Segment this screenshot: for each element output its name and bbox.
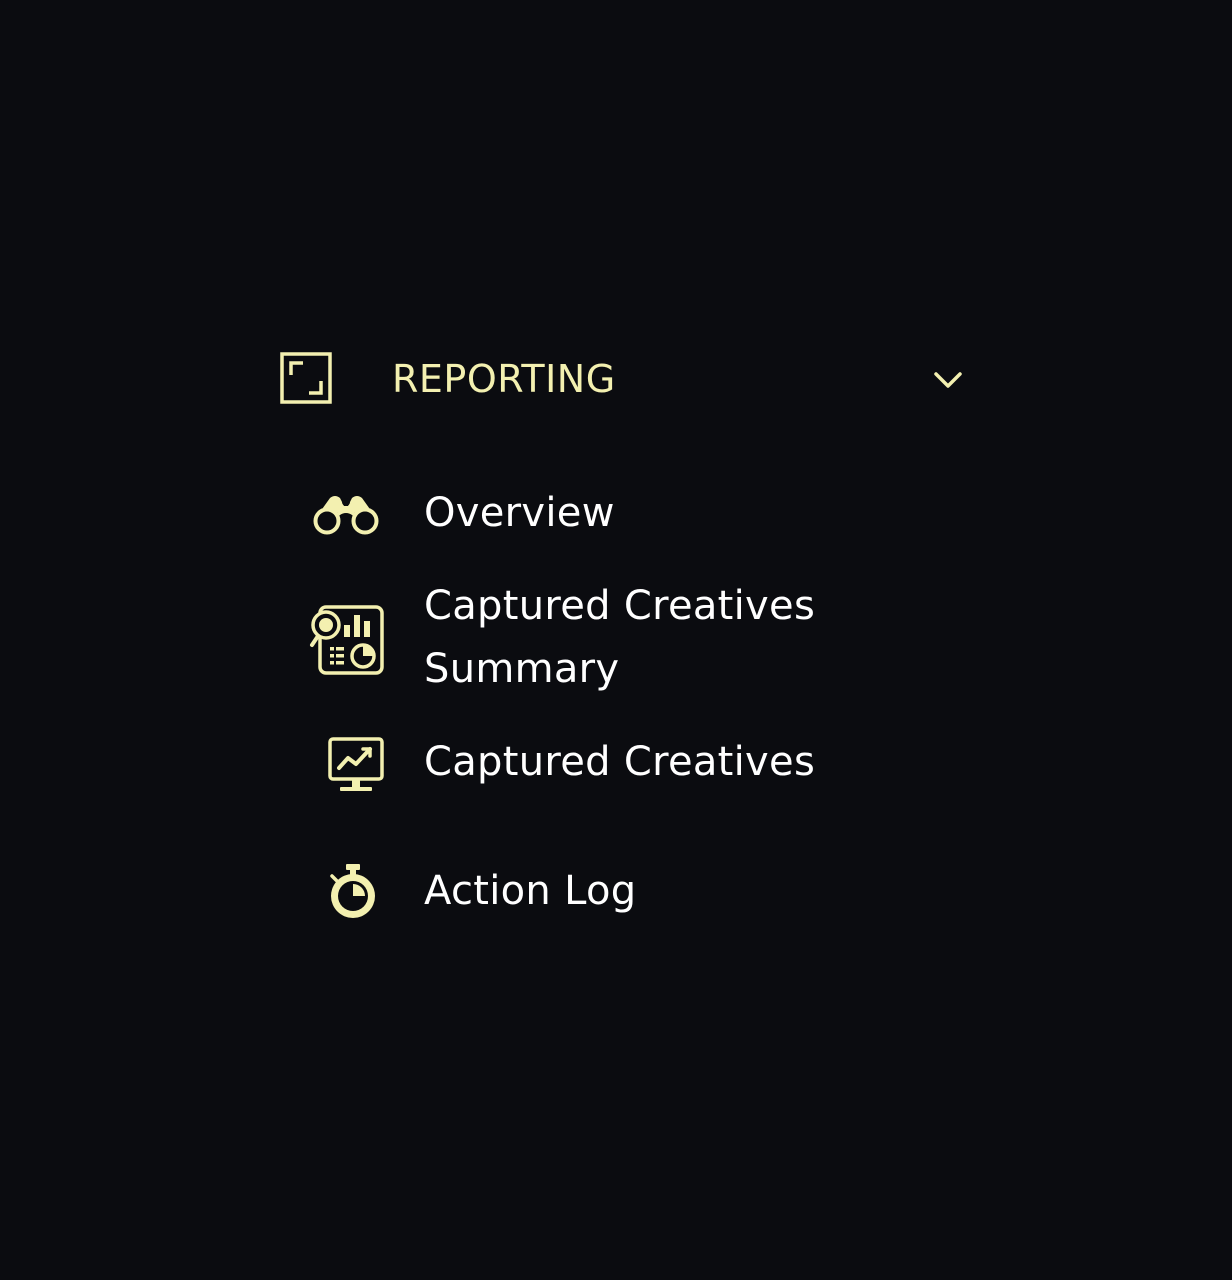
report-magnifier-icon	[310, 605, 384, 675]
menu-item-captured-creatives[interactable]: Captured Creatives	[308, 731, 948, 794]
binoculars-icon	[313, 496, 379, 535]
menu-item-captured-creatives-summary[interactable]: Captured Creatives Summary	[308, 575, 948, 701]
menu-item-label: Overview	[424, 490, 615, 536]
reporting-nav: REPORTING Overview Captured Creatives Su…	[0, 0, 1232, 1280]
reporting-section-header[interactable]: REPORTING	[278, 348, 968, 410]
section-title: REPORTING	[392, 357, 616, 401]
menu-item-label: Captured Creatives Summary	[424, 583, 816, 692]
stopwatch-icon	[330, 864, 375, 918]
menu-item-label: Action Log	[424, 868, 637, 914]
expand-frame-icon	[280, 352, 332, 404]
monitor-chart-icon	[328, 737, 384, 791]
menu-item-label: Captured Creatives	[424, 739, 816, 785]
menu-item-action-log[interactable]: Action Log	[308, 860, 948, 923]
chevron-down-icon[interactable]	[930, 366, 966, 394]
menu-item-overview[interactable]: Overview	[308, 482, 948, 545]
